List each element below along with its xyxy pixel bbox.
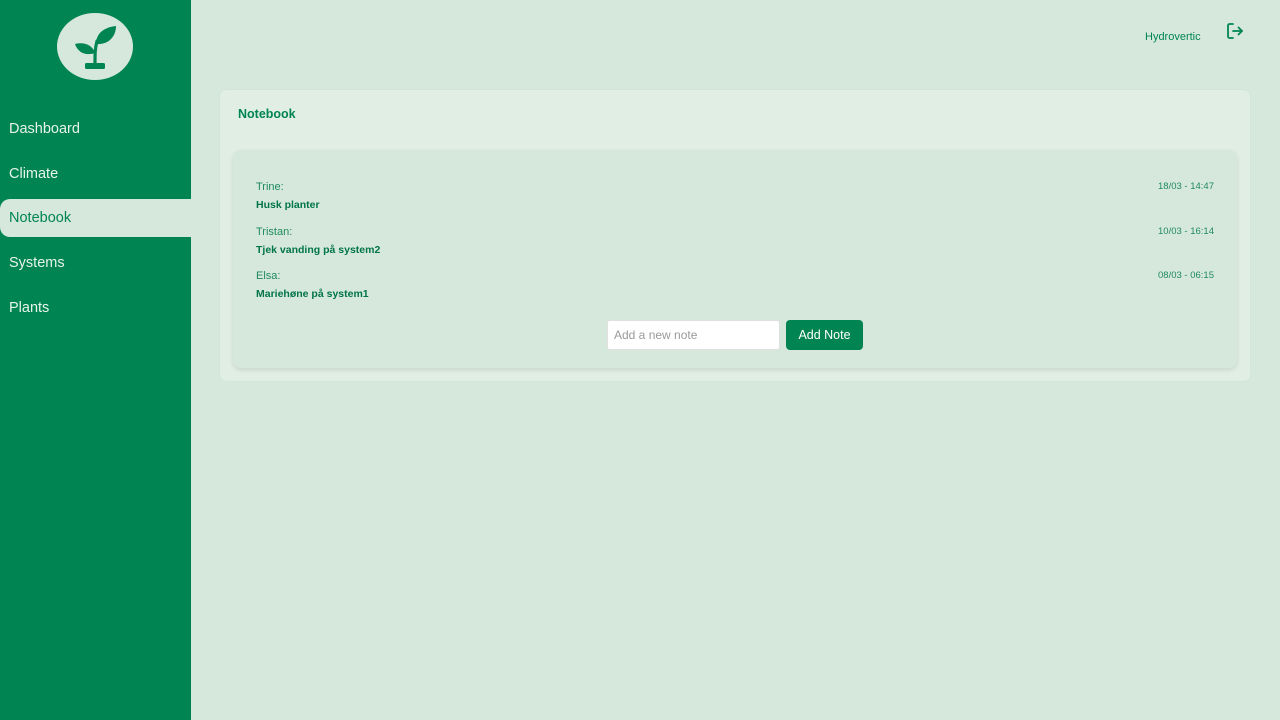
sidebar-item-plants[interactable]: Plants [0, 289, 191, 327]
sidebar-item-notebook[interactable]: Notebook [0, 199, 191, 238]
note-author: Tristan: [256, 226, 293, 238]
note-timestamp: 10/03 - 16:14 [1158, 226, 1214, 237]
note-timestamp: 18/03 - 14:47 [1158, 181, 1214, 192]
sidebar-item-dashboard[interactable]: Dashboard [0, 110, 191, 148]
notes-card: Trine: Husk planter 18/03 - 14:47 Trista… [233, 150, 1237, 368]
list-item: Tristan: Tjek vanding på system2 10/03 -… [256, 226, 1214, 262]
logout-button[interactable] [1225, 21, 1245, 41]
note-text: Mariehøne på system1 [256, 288, 369, 300]
sidebar-item-label: Systems [9, 255, 65, 272]
note-timestamp: 08/03 - 06:15 [1158, 270, 1214, 281]
note-text: Tjek vanding på system2 [256, 244, 381, 256]
sidebar-item-systems[interactable]: Systems [0, 244, 191, 282]
sidebar: Dashboard Climate Notebook Systems Plant… [0, 0, 191, 720]
add-note-button[interactable]: Add Note [786, 320, 863, 350]
brand-name: Hydrovertic [1145, 31, 1201, 43]
sidebar-nav: Dashboard Climate Notebook Systems Plant… [0, 110, 191, 333]
sidebar-item-label: Plants [9, 299, 50, 316]
list-item: Elsa: Mariehøne på system1 08/03 - 06:15 [256, 270, 1214, 306]
new-note-input[interactable] [607, 320, 780, 350]
app-root: Dashboard Climate Notebook Systems Plant… [0, 0, 1280, 720]
sprout-icon [75, 25, 116, 69]
sidebar-item-label: Dashboard [9, 121, 80, 137]
list-item: Trine: Husk planter 18/03 - 14:47 [256, 181, 1214, 217]
note-author: Elsa: [256, 270, 281, 282]
sidebar-item-label: Notebook [9, 210, 72, 227]
logout-icon [1227, 23, 1243, 39]
note-author: Trine: [256, 181, 284, 193]
page-title: Notebook [238, 107, 296, 121]
notebook-panel: Notebook Trine: Husk planter 18/03 - 14:… [220, 90, 1250, 381]
note-text: Husk planter [256, 199, 320, 211]
logo[interactable] [57, 13, 133, 80]
sidebar-item-climate[interactable]: Climate [0, 155, 191, 193]
sidebar-item-label: Climate [9, 165, 59, 182]
